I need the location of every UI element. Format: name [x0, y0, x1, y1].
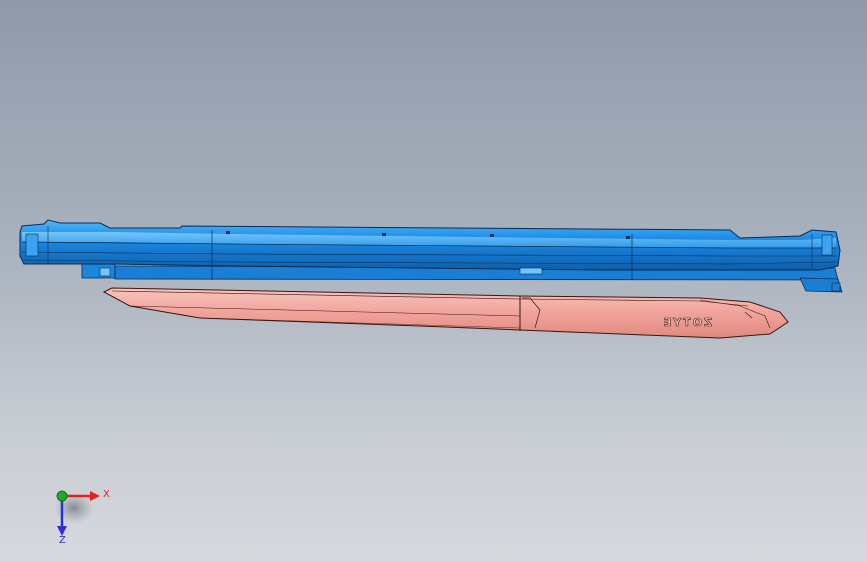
x-axis-label: X [103, 489, 110, 500]
y-axis-icon [56, 490, 68, 502]
cad-graphics-viewport[interactable]: ZOTYE X Z [0, 0, 867, 562]
coordinate-triad: X Z [54, 489, 110, 546]
emboss-logo-text: ZOTYE [662, 316, 712, 329]
z-axis-label: Z [59, 535, 66, 546]
mold-body-part[interactable] [19, 219, 843, 293]
trim-panel-part[interactable]: ZOTYE [102, 287, 789, 339]
